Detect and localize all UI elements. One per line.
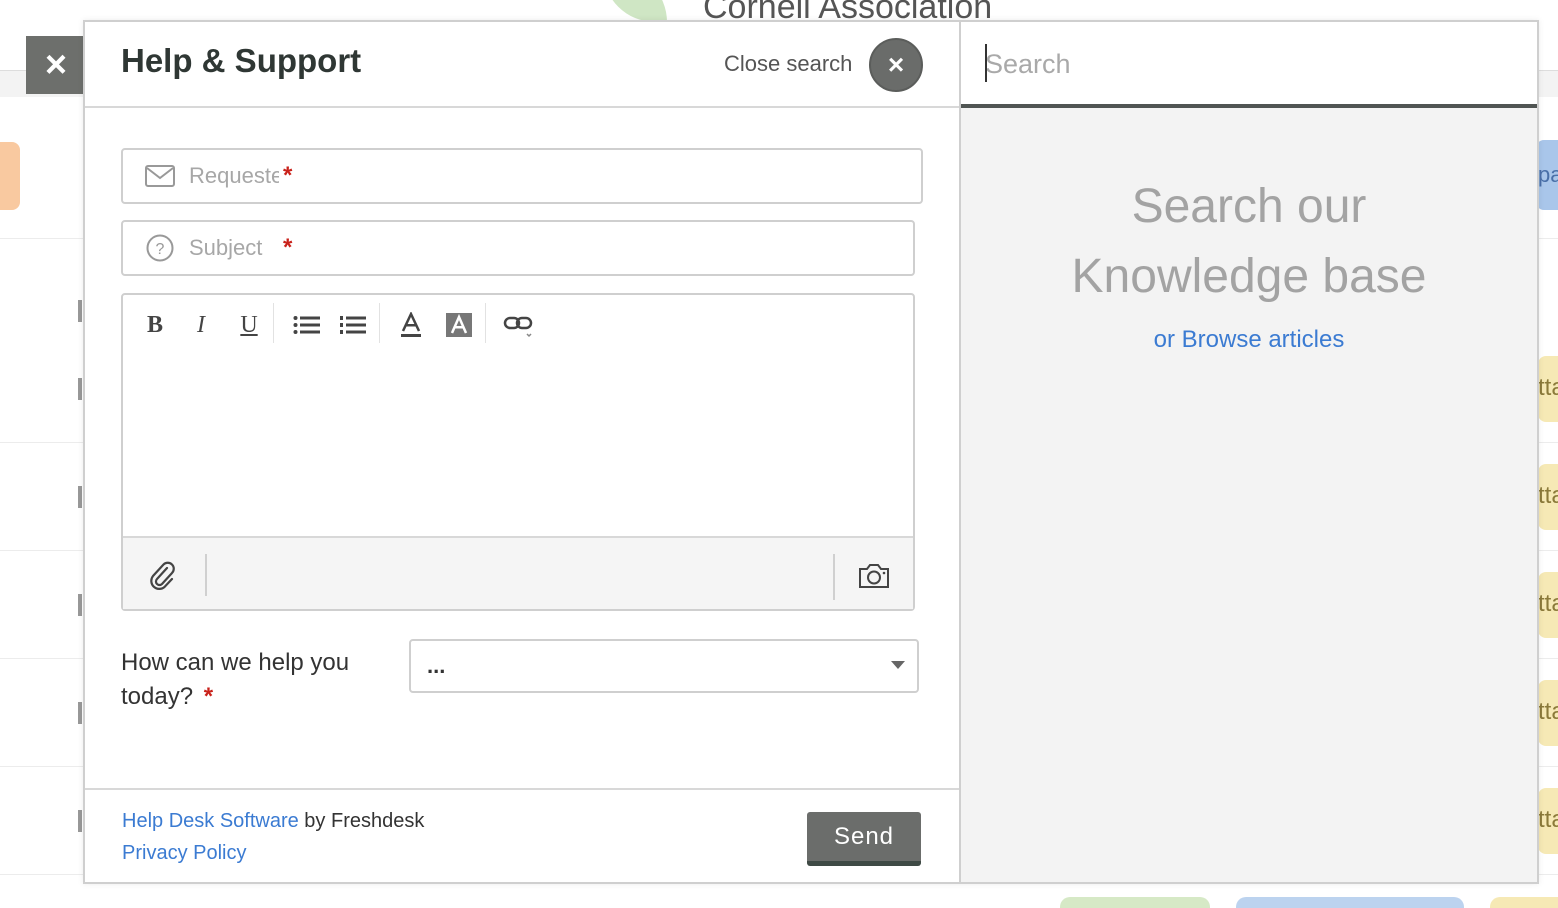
- footer-privacy: Privacy Policy: [122, 842, 246, 865]
- send-button[interactable]: Send: [807, 812, 921, 866]
- link-button[interactable]: [503, 311, 535, 339]
- bg-row-marker: [78, 378, 82, 400]
- required-marker: *: [283, 234, 293, 261]
- font-color-icon: [401, 312, 421, 337]
- footer-credit: Help Desk Software by Freshdesk: [122, 810, 424, 833]
- kb-heading-line1: Search our: [1131, 180, 1367, 233]
- description-editor: B I U: [121, 293, 915, 611]
- help-question-text: How can we help you today?: [121, 649, 350, 710]
- bg-status-tag-label: tta: [1538, 698, 1558, 725]
- bg-status-tag[interactable]: tta: [1538, 572, 1558, 638]
- close-icon: ×: [887, 49, 905, 80]
- font-color-button[interactable]: [399, 311, 423, 339]
- privacy-policy-link[interactable]: Privacy Policy: [122, 842, 246, 864]
- widget-close-button[interactable]: ×: [26, 36, 86, 94]
- text-cursor: [985, 44, 987, 82]
- close-search-label[interactable]: Close search: [724, 51, 852, 77]
- bg-status-tag[interactable]: tta: [1538, 464, 1558, 530]
- help-topic-select[interactable]: ...: [409, 639, 919, 693]
- bg-status-tag-label: tta: [1538, 806, 1558, 833]
- browse-articles-row: or Browse articles: [961, 326, 1537, 354]
- knowledge-base-pane: Search our Knowledge base or Browse arti…: [961, 22, 1537, 882]
- bg-right-button-label: pa: [1538, 162, 1558, 187]
- close-search-button[interactable]: ×: [869, 38, 923, 92]
- bg-status-tag[interactable]: tta: [1538, 788, 1558, 854]
- editor-footer: [123, 536, 913, 609]
- question-circle-icon: ?: [145, 233, 175, 263]
- widget-footer: Help Desk Software by Freshdesk Privacy …: [85, 788, 959, 884]
- highlight-button[interactable]: [445, 311, 473, 339]
- bg-status-tag[interactable]: tta: [1538, 356, 1558, 422]
- numbered-list-icon: [340, 316, 366, 334]
- requester-input[interactable]: [189, 163, 279, 189]
- required-marker: *: [203, 683, 214, 710]
- toolbar-divider: [485, 303, 486, 343]
- bg-row-marker: [78, 702, 82, 724]
- italic-button[interactable]: I: [189, 311, 213, 339]
- toolbar-divider: [273, 303, 274, 343]
- close-icon: ×: [44, 43, 68, 86]
- help-question-label: How can we help you today? *: [121, 646, 391, 714]
- bg-row-marker: [78, 486, 82, 508]
- screenshot-button[interactable]: [857, 562, 891, 590]
- bg-status-tag-label: tta: [1538, 482, 1558, 509]
- help-topic-selected-value: ...: [427, 653, 446, 678]
- toolbar-divider: [379, 303, 380, 343]
- ticket-form-pane: Help & Support Close search × * ? * B: [85, 22, 961, 882]
- bg-status-tag-label: tta: [1538, 374, 1558, 401]
- bg-bottom-chip: [1236, 897, 1464, 908]
- footer-divider: [833, 554, 835, 600]
- camera-icon: [859, 564, 889, 588]
- description-textarea[interactable]: [123, 355, 913, 535]
- kb-search-bar: [961, 22, 1537, 108]
- bg-bottom-chip: [1490, 897, 1558, 908]
- widget-title: Help & Support: [121, 42, 362, 79]
- paperclip-icon: [150, 561, 175, 590]
- caret-down-icon: [891, 661, 905, 669]
- kb-heading-line2: Knowledge base: [1071, 250, 1427, 303]
- kb-heading: Search our Knowledge base: [961, 172, 1537, 312]
- subject-field[interactable]: ? *: [121, 220, 915, 276]
- bg-left-tab[interactable]: [0, 142, 20, 210]
- org-logo: [603, 0, 667, 22]
- svg-text:?: ?: [156, 241, 165, 258]
- envelope-icon: [145, 161, 175, 191]
- bullet-list-icon: [293, 316, 320, 334]
- required-marker: *: [283, 162, 293, 189]
- attach-file-button[interactable]: [149, 560, 177, 590]
- bg-bottom-chip: [1060, 897, 1210, 908]
- bg-status-tag-label: tta: [1538, 590, 1558, 617]
- editor-toolbar: B I U: [123, 295, 913, 355]
- footer-by-text: by Freshdesk: [298, 810, 425, 832]
- bullet-list-button[interactable]: [293, 311, 321, 339]
- link-icon: [503, 316, 533, 338]
- help-desk-software-link[interactable]: Help Desk Software: [122, 810, 299, 832]
- bold-button[interactable]: B: [143, 311, 167, 339]
- footer-divider: [205, 554, 207, 596]
- bg-row-marker: [78, 300, 82, 322]
- kb-search-input[interactable]: [985, 42, 1505, 86]
- bg-status-tag[interactable]: tta: [1538, 680, 1558, 746]
- bg-row-marker: [78, 594, 82, 616]
- requester-field[interactable]: *: [121, 148, 923, 204]
- help-widget: Help & Support Close search × * ? * B: [83, 20, 1539, 884]
- browse-articles-link[interactable]: or Browse articles: [1154, 326, 1345, 353]
- widget-header: Help & Support Close search ×: [85, 22, 959, 108]
- bg-row-marker: [78, 810, 82, 832]
- highlight-icon: [446, 313, 472, 337]
- underline-button[interactable]: U: [237, 311, 261, 339]
- subject-input[interactable]: [189, 235, 279, 261]
- numbered-list-button[interactable]: [339, 311, 367, 339]
- bg-right-button[interactable]: pa: [1536, 140, 1558, 210]
